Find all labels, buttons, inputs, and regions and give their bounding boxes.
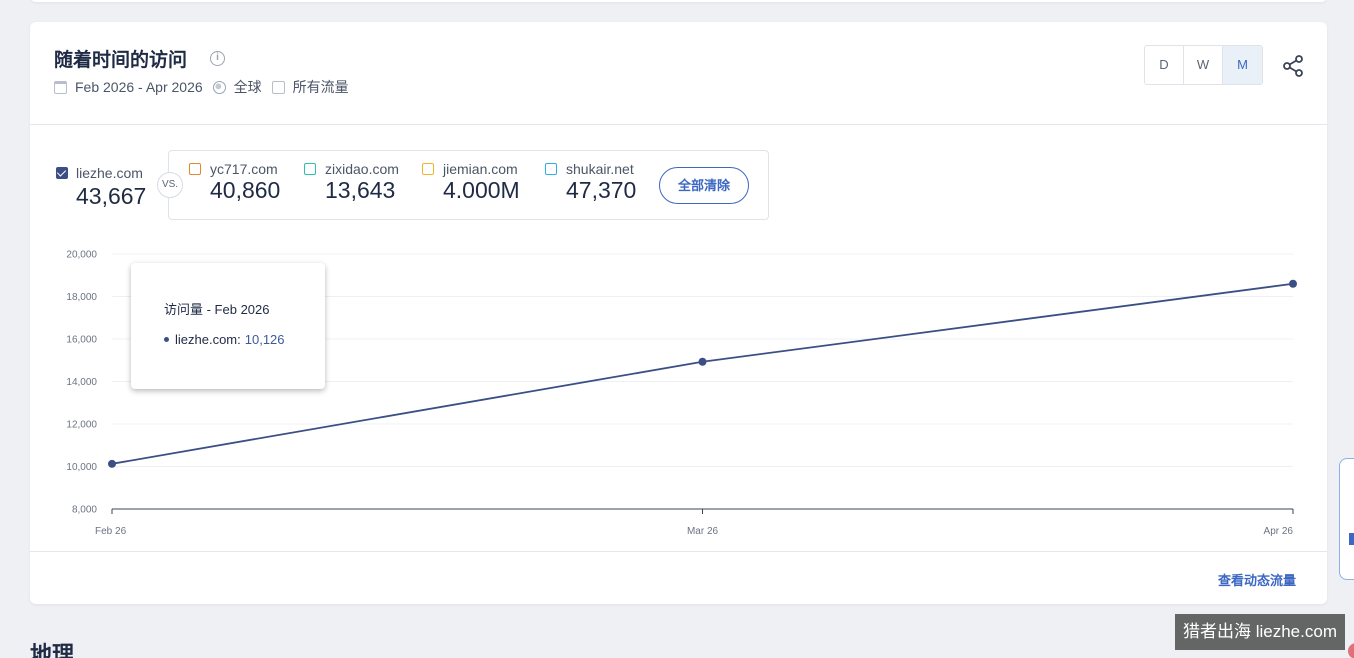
y-tick-label: 8,000 xyxy=(72,505,97,516)
tooltip-series-dot xyxy=(164,337,169,342)
competitor-checkbox[interactable] xyxy=(189,163,201,175)
y-tick-label: 10,000 xyxy=(66,462,97,473)
side-feedback-tab[interactable] xyxy=(1339,458,1354,580)
period-toggle: D W M xyxy=(1144,45,1263,85)
previous-card xyxy=(30,0,1327,2)
floating-badge[interactable] xyxy=(1348,643,1354,658)
vs-badge: VS. xyxy=(157,172,183,198)
x-tick-label: Feb 26 xyxy=(95,526,127,537)
data-point xyxy=(108,459,116,468)
tooltip-value: 10,126 xyxy=(244,332,285,347)
traffic-source-icon xyxy=(271,80,285,94)
tooltip-title: 访问量 - Feb 2026 xyxy=(164,302,270,317)
competitor-label: shukair.net xyxy=(566,161,634,177)
geography-heading: 地理 xyxy=(30,642,75,658)
y-tick-label: 20,000 xyxy=(66,250,97,261)
info-icon[interactable]: i xyxy=(210,51,225,66)
clear-all-button[interactable]: 全部清除 xyxy=(659,167,749,204)
competitor-zixidao[interactable]: zixidao.com 13,643 xyxy=(304,161,399,204)
tooltip-row: liezhe.com: 10,126 xyxy=(164,332,285,347)
card-title: 随着时间的访问 xyxy=(54,50,188,71)
calendar-icon xyxy=(54,80,67,94)
competitor-jiemian[interactable]: jiemian.com 4.000M xyxy=(422,161,520,204)
x-tick-label: Mar 26 xyxy=(687,526,719,537)
card-footer: 查看动态流量 xyxy=(30,551,1327,604)
period-day-button[interactable]: D xyxy=(1145,46,1184,84)
competitor-box: yc717.com 40,860 zixidao.com 13,643 jiem… xyxy=(168,150,769,220)
competitor-value: 47,370 xyxy=(566,177,637,203)
traffic-label: 所有流量 xyxy=(292,79,349,95)
card-meta: Feb 2026 - Apr 2026 全球 所有流量 xyxy=(54,77,359,97)
competitor-checkbox[interactable] xyxy=(545,163,557,175)
view-dynamic-traffic-link[interactable]: 查看动态流量 xyxy=(1218,570,1296,589)
competitor-value: 13,643 xyxy=(325,177,396,203)
competitor-value: 40,860 xyxy=(210,177,281,203)
competitor-yc717[interactable]: yc717.com 40,860 xyxy=(189,161,280,204)
period-week-button[interactable]: W xyxy=(1184,46,1223,84)
visits-over-time-card: 随着时间的访问 i Feb 2026 - Apr 2026 全球 所有流量 D … xyxy=(30,22,1327,604)
chart-tooltip: 访问量 - Feb 2026 liezhe.com: 10,126 xyxy=(131,263,325,389)
region-label: 全球 xyxy=(233,79,262,95)
y-tick-label: 18,000 xyxy=(66,292,97,303)
y-tick-label: 16,000 xyxy=(66,335,97,346)
primary-site-label: liezhe.com xyxy=(76,165,143,181)
primary-site-value: 43,667 xyxy=(76,183,147,209)
side-tab-marker xyxy=(1349,533,1354,545)
globe-icon xyxy=(212,80,226,94)
competitor-checkbox[interactable] xyxy=(304,163,316,175)
competitor-label: zixidao.com xyxy=(325,161,399,177)
competitor-label: yc717.com xyxy=(210,161,278,177)
watermark: 猎者出海 liezhe.com xyxy=(1175,614,1345,650)
competitor-value: 4.000M xyxy=(443,177,520,203)
x-tick-label: Apr 26 xyxy=(1264,526,1294,537)
data-point xyxy=(698,357,707,366)
tooltip-site: liezhe.com: xyxy=(175,332,241,347)
competitor-checkbox[interactable] xyxy=(422,163,434,175)
y-tick-label: 14,000 xyxy=(66,377,97,388)
data-point xyxy=(1289,279,1297,288)
competitor-shukair[interactable]: shukair.net 47,370 xyxy=(545,161,636,204)
date-range: Feb 2026 - Apr 2026 xyxy=(75,79,203,95)
competitor-label: jiemian.com xyxy=(443,161,518,177)
share-icon[interactable] xyxy=(1281,54,1305,78)
primary-site[interactable]: liezhe.com 43,667 xyxy=(56,165,146,210)
card-header: 随着时间的访问 i Feb 2026 - Apr 2026 全球 所有流量 D … xyxy=(30,22,1327,125)
primary-site-checkbox[interactable] xyxy=(56,167,68,179)
period-month-button[interactable]: M xyxy=(1223,46,1262,84)
y-tick-label: 12,000 xyxy=(66,420,97,431)
